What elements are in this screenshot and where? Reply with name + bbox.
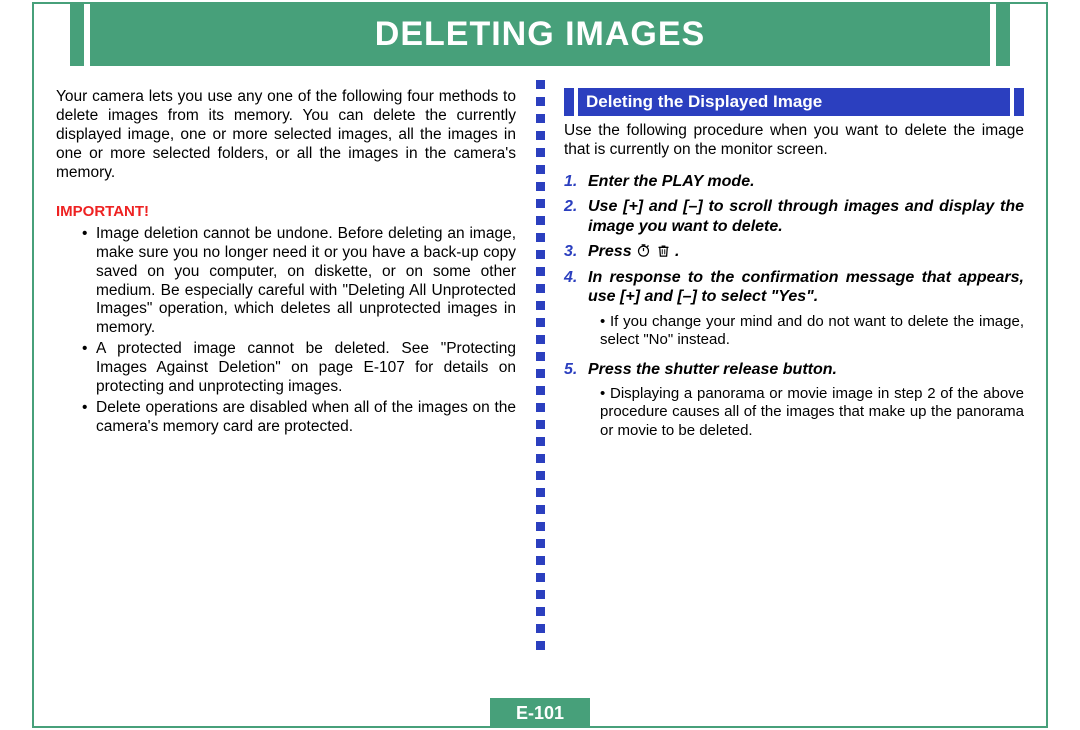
right-column: Deleting the Displayed Image Use the fol… (534, 88, 1024, 686)
page-number: E-101 (516, 703, 564, 724)
step-text: Press the shutter release button. (588, 360, 1024, 380)
step-1: 1. Enter the PLAY mode. (564, 172, 1024, 192)
step-text: Enter the PLAY mode. (588, 172, 1024, 192)
step-2: 2. Use [+] and [–] to scroll through ima… (564, 197, 1024, 236)
header-accent-left (70, 2, 84, 66)
step-4: 4. In response to the confirmation messa… (564, 268, 1024, 307)
step-4-note: If you change your mind and do not want … (600, 313, 1024, 350)
step-text-prefix: Press (588, 243, 636, 260)
page-number-badge: E-101 (490, 698, 590, 728)
step-number: 5. (564, 360, 588, 380)
section-intro: Use the following procedure when you wan… (564, 122, 1024, 160)
important-label: IMPORTANT! (56, 203, 516, 221)
bullet-item: Image deletion cannot be undone. Before … (96, 225, 516, 338)
section-heading-bar: Deleting the Displayed Image (564, 88, 1024, 116)
step-3: 3. Press . (564, 242, 1024, 262)
bullet-item: A protected image cannot be deleted. See… (96, 340, 516, 397)
step-number: 3. (564, 242, 588, 262)
intro-paragraph: Your camera lets you use any one of the … (56, 88, 516, 183)
bullet-item: Delete operations are disabled when all … (96, 399, 516, 437)
steps-list: 1. Enter the PLAY mode. 2. Use [+] and [… (564, 172, 1024, 440)
step-text: Use [+] and [–] to scroll through images… (588, 197, 1024, 236)
header-band: DELETING IMAGES (90, 2, 990, 66)
manual-page: DELETING IMAGES Your camera lets you use… (0, 0, 1080, 730)
important-bullets: Image deletion cannot be undone. Before … (56, 225, 516, 437)
step-number: 1. (564, 172, 588, 192)
section-title: Deleting the Displayed Image (578, 88, 1010, 116)
page-title: DELETING IMAGES (375, 15, 705, 54)
step-number: 2. (564, 197, 588, 236)
step-text: Press . (588, 242, 1024, 262)
left-column: Your camera lets you use any one of the … (56, 88, 534, 686)
step-text: In response to the confirmation message … (588, 268, 1024, 307)
step-5-note: Displaying a panorama or movie image in … (600, 385, 1024, 440)
header-accent-right (996, 2, 1010, 66)
step-text-suffix: . (675, 243, 679, 260)
step-5: 5. Press the shutter release button. (564, 360, 1024, 380)
trash-icon (656, 243, 675, 260)
step-number: 4. (564, 268, 588, 307)
content-area: Your camera lets you use any one of the … (56, 88, 1024, 686)
timer-icon (636, 243, 655, 260)
